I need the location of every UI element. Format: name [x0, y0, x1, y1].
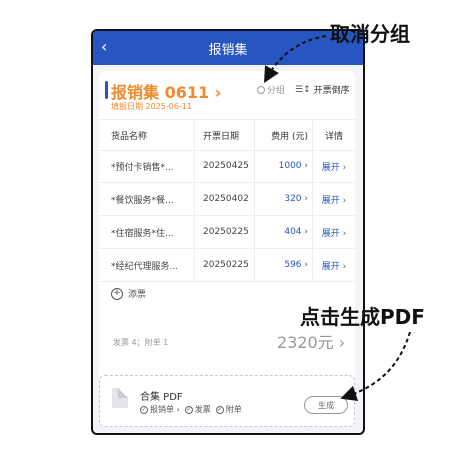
arrow-to-generate-button [340, 331, 411, 401]
arrow-to-group-toggle [264, 35, 327, 83]
annotation-arrows [264, 35, 411, 401]
